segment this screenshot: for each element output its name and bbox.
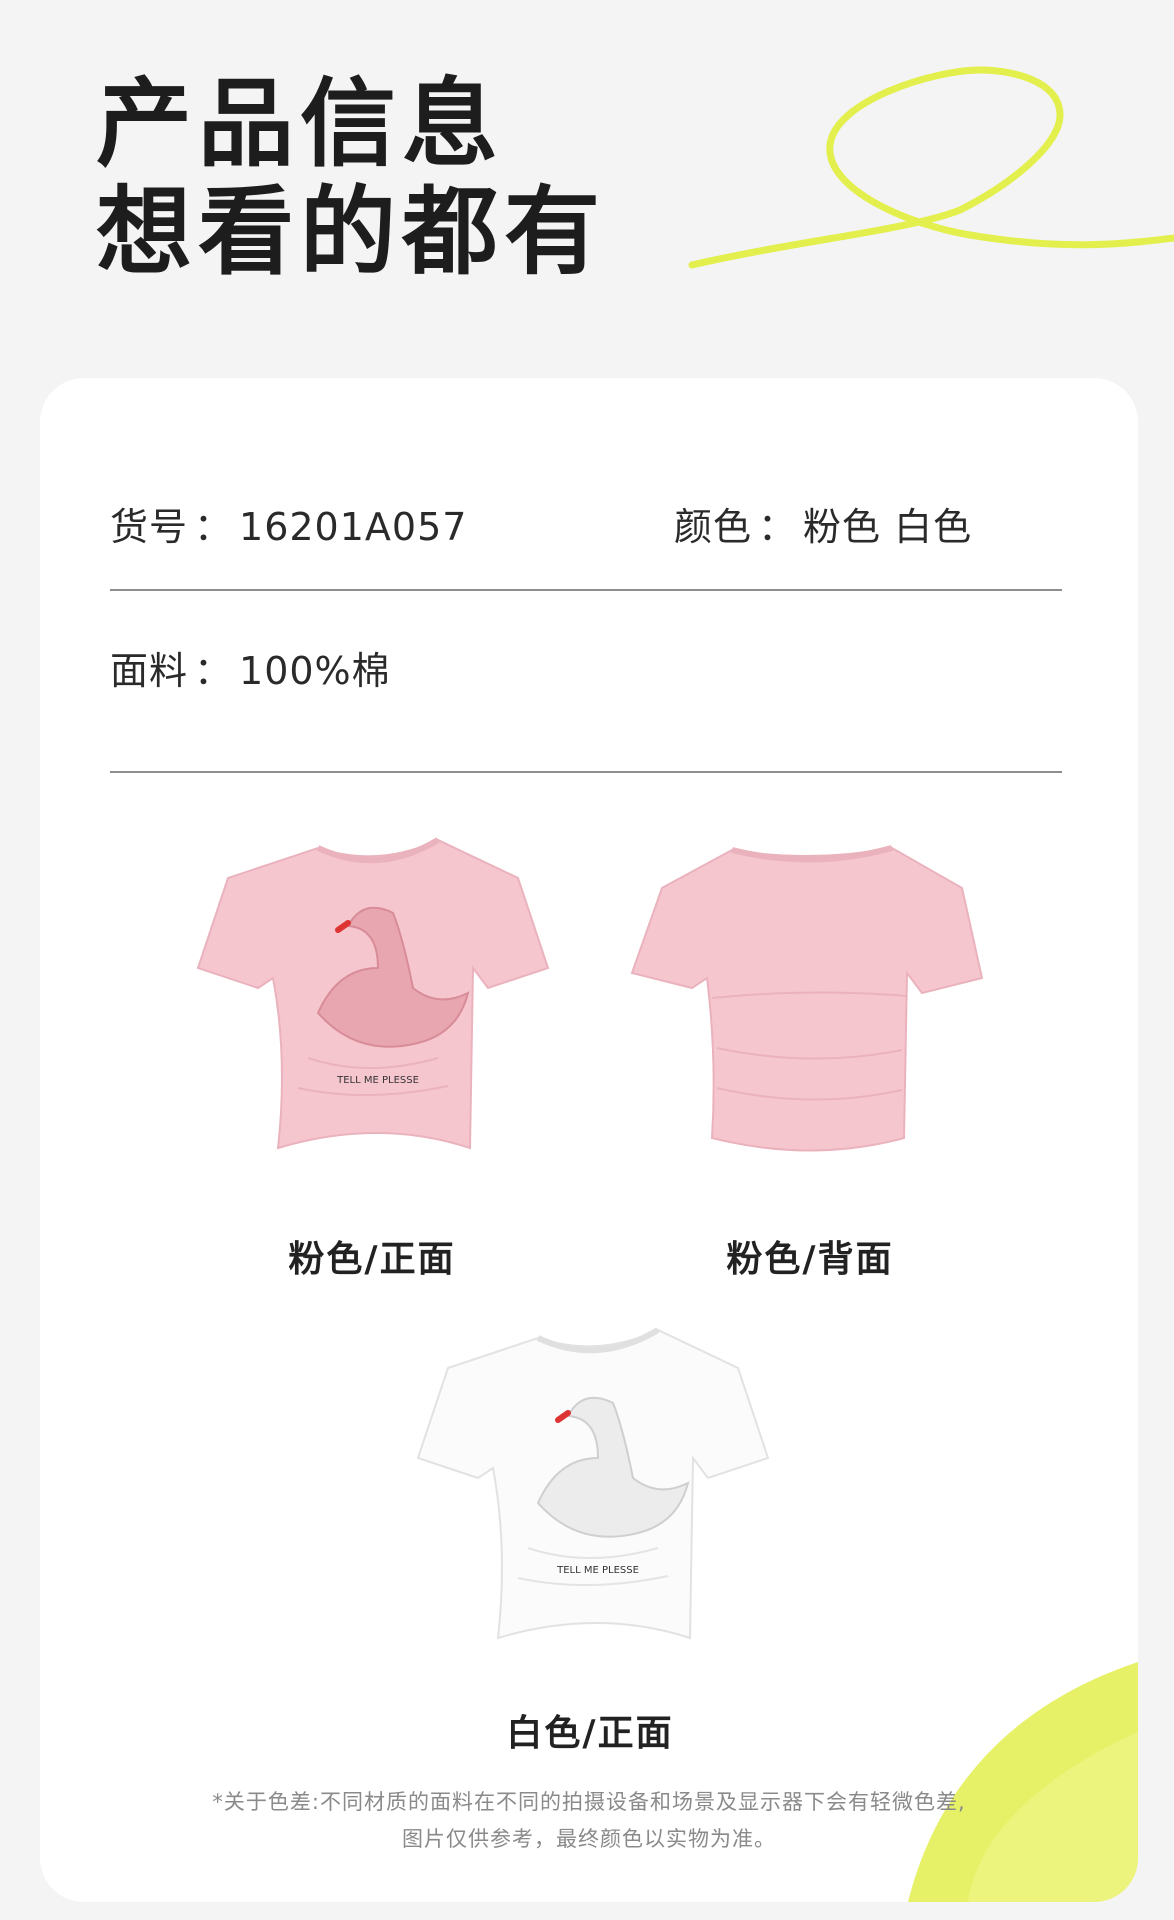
item-number-value: 16201A057 xyxy=(239,505,468,549)
pink-front-tshirt-image: TELL ME PLESSE xyxy=(196,837,550,1150)
product-info-page: 产品信息 想看的都有 货号： 16201A057 颜色：粉色 白色 面料： 100%… xyxy=(0,0,1174,1920)
decorative-ribbon xyxy=(688,66,1174,269)
disclaimer-line-2: 图片仅供参考，最终颜色以实物为准。 xyxy=(402,1827,776,1851)
title-line-2: 想看的都有 xyxy=(96,176,606,288)
disclaimer-line-1: *关于色差:不同材质的面料在不同的拍摄设备和场景及显示器下会有轻微色差, xyxy=(212,1790,966,1814)
fabric-value: 100%棉 xyxy=(239,649,391,693)
divider-2 xyxy=(110,771,1062,773)
item-number-label: 货号 xyxy=(110,505,189,549)
fabric-label: 面料 xyxy=(110,649,189,693)
color-separator: ： xyxy=(758,505,798,549)
caption-pink-back: 粉色/背面 xyxy=(726,1239,894,1280)
fabric-spec: 面料： 100%棉 xyxy=(110,640,391,695)
title-line-1: 产品信息 xyxy=(96,68,504,180)
white-front-tshirt-image: TELL ME PLESSE xyxy=(416,1327,770,1640)
color-label: 颜色 xyxy=(674,505,753,549)
item-number: 货号： 16201A057 xyxy=(110,496,467,551)
white-front-print-text: TELL ME PLESSE xyxy=(556,1565,639,1576)
info-card: 货号： 16201A057 颜色：粉色 白色 面料： 100%棉 TELL ME P… xyxy=(40,378,1138,1902)
divider-1 xyxy=(110,589,1062,591)
color-disclaimer: *关于色差:不同材质的面料在不同的拍摄设备和场景及显示器下会有轻微色差, 图片仅… xyxy=(40,1784,1138,1858)
color-spec: 颜色：粉色 白色 xyxy=(674,496,972,551)
pink-front-print-text: TELL ME PLESSE xyxy=(336,1075,419,1086)
caption-white-front: 白色/正面 xyxy=(506,1713,674,1754)
item-number-separator: ： xyxy=(194,505,234,549)
pink-back-tshirt-image xyxy=(630,845,984,1152)
caption-pink-front: 粉色/正面 xyxy=(288,1239,456,1280)
fabric-separator: ： xyxy=(194,649,234,693)
page-title: 产品信息 想看的都有 xyxy=(96,70,606,286)
color-value: 粉色 白色 xyxy=(803,505,973,549)
decorative-blob xyxy=(908,1662,1138,1902)
